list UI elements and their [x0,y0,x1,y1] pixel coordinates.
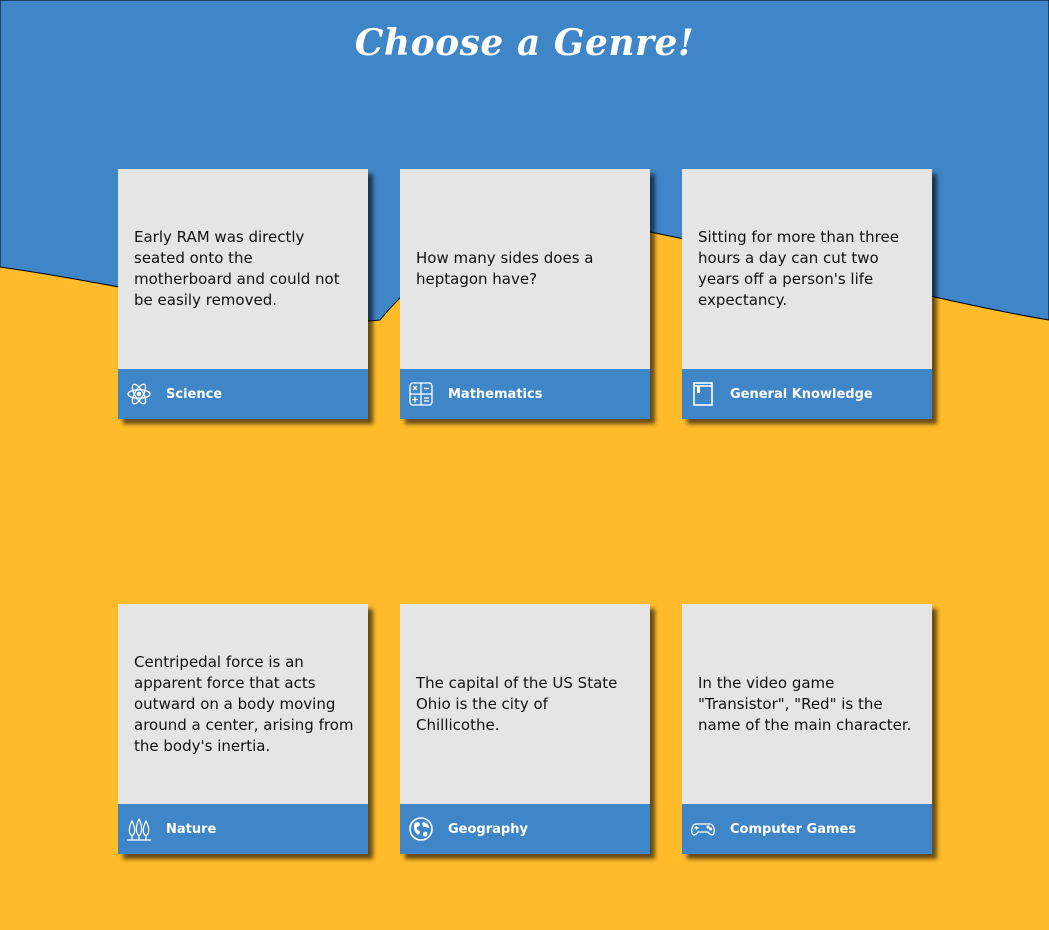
card-fact-text: Centripedal force is an apparent force t… [134,652,354,755]
genre-card-computer-games[interactable]: In the video game "Transistor", "Red" is… [682,604,932,854]
trees-icon [126,816,152,842]
book-icon [690,381,716,407]
card-footer[interactable]: Geography [400,804,650,854]
card-fact-text: In the video game "Transistor", "Red" is… [698,673,912,734]
card-footer[interactable]: Computer Games [682,804,932,854]
page-title: Choose a Genre! [354,22,695,64]
card-footer[interactable]: General Knowledge [682,369,932,419]
calculator-icon [408,381,434,407]
genre-label: General Knowledge [730,386,873,402]
genre-label: Nature [166,821,217,837]
globe-icon [408,816,434,842]
genre-card-nature[interactable]: Centripedal force is an apparent force t… [118,604,368,854]
card-footer[interactable]: Nature [118,804,368,854]
genre-card-geography[interactable]: The capital of the US State Ohio is the … [400,604,650,854]
gamepad-icon [690,816,716,842]
atom-icon [126,381,152,407]
card-fact-text: The capital of the US State Ohio is the … [416,673,618,734]
genre-label: Science [166,386,223,402]
card-footer[interactable]: Science [118,369,368,419]
genre-label: Mathematics [448,386,543,402]
card-fact-text: How many sides does a heptagon have? [416,249,594,288]
card-footer[interactable]: Mathematics [400,369,650,419]
genre-label: Computer Games [730,821,857,837]
genre-label: Geography [448,821,528,837]
card-fact-text: Early RAM was directly seated onto the m… [134,228,340,309]
card-fact-text: Sitting for more than three hours a day … [698,228,899,309]
genre-card-mathematics[interactable]: How many sides does a heptagon have? Mat… [400,169,650,419]
genre-card-general-knowledge[interactable]: Sitting for more than three hours a day … [682,169,932,419]
genre-card-science[interactable]: Early RAM was directly seated onto the m… [118,169,368,419]
